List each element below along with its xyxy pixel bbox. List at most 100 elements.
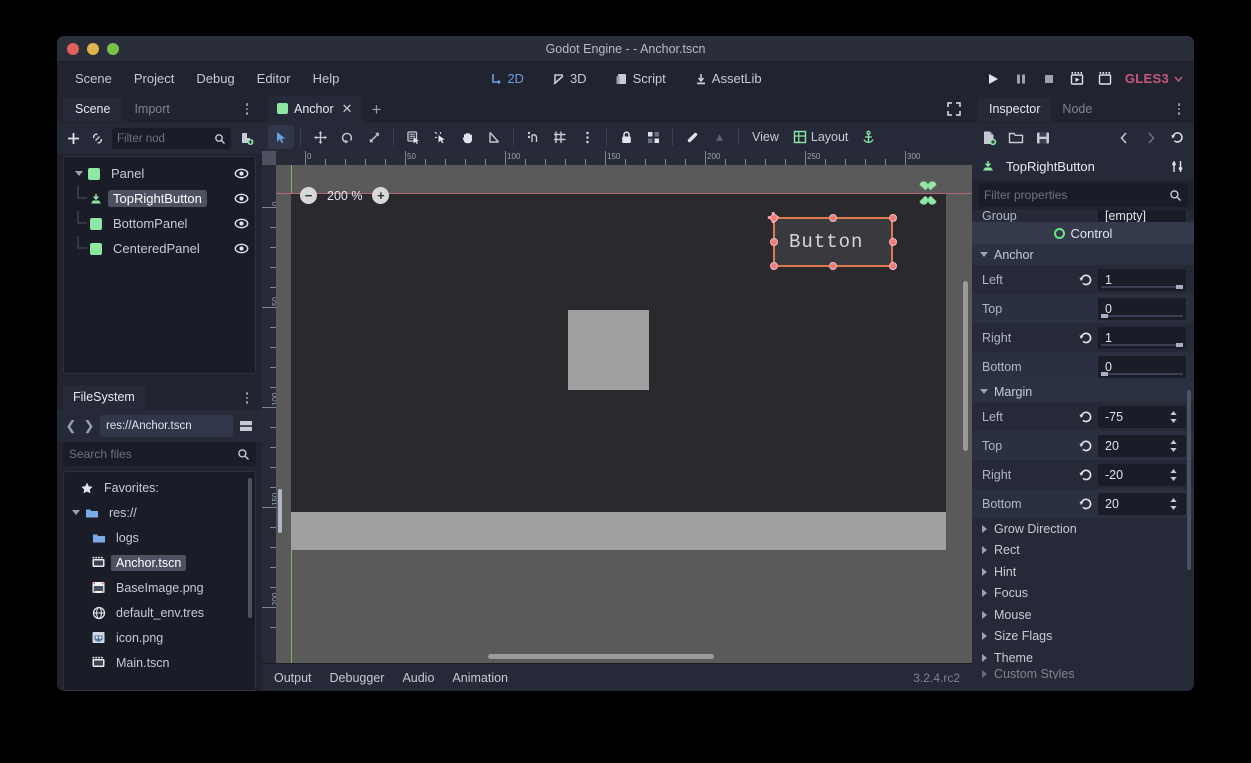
view-menu-button[interactable]: View: [745, 127, 786, 147]
property-row-margin-right[interactable]: Right -20: [972, 460, 1194, 489]
eye-icon[interactable]: [234, 241, 249, 256]
section-mouse[interactable]: Mouse: [972, 604, 1194, 626]
property-row-margin-left[interactable]: Left -75: [972, 402, 1194, 431]
anchor-pin-icon[interactable]: [913, 178, 943, 208]
section-header-anchor[interactable]: Anchor: [972, 244, 1194, 265]
snap-options-icon[interactable]: [574, 125, 600, 149]
property-row-anchor-left[interactable]: Left 1: [972, 265, 1194, 294]
eye-icon[interactable]: [234, 166, 249, 181]
group-icon[interactable]: [640, 125, 666, 149]
pan-mode-icon[interactable]: [454, 125, 480, 149]
chevron-right-icon[interactable]: ❯: [82, 418, 96, 434]
zoom-out-icon[interactable]: −: [300, 187, 317, 204]
ruler-mode-icon[interactable]: [481, 125, 507, 149]
property-value-field[interactable]: 1: [1098, 327, 1186, 349]
chevron-left-icon[interactable]: ❮: [64, 418, 78, 434]
section-grow-direction[interactable]: Grow Direction: [972, 518, 1194, 540]
spinner-icon[interactable]: [1168, 496, 1179, 512]
instance-scene-icon[interactable]: [237, 130, 255, 148]
mode-3d-button[interactable]: 3D: [546, 68, 593, 89]
grid-snap-icon[interactable]: [547, 125, 573, 149]
revert-icon[interactable]: [1078, 272, 1094, 288]
value-slider-track[interactable]: [1101, 373, 1183, 375]
bottom-tab-output[interactable]: Output: [274, 671, 312, 685]
inspector-scrollbar[interactable]: [1187, 390, 1191, 570]
tree-node-panel[interactable]: Panel: [64, 161, 255, 186]
bottom-tab-animation[interactable]: Animation: [452, 671, 508, 685]
scene-dock-menu-button[interactable]: [240, 101, 254, 117]
layout-menu-button[interactable]: Layout: [787, 127, 855, 147]
menu-editor[interactable]: Editor: [247, 67, 301, 90]
smart-snap-icon[interactable]: [427, 125, 453, 149]
property-value-field[interactable]: 20: [1098, 435, 1186, 457]
property-value-group[interactable]: [empty]: [1098, 210, 1186, 222]
bottom-tab-debugger[interactable]: Debugger: [330, 671, 385, 685]
history-forward-icon[interactable]: [1142, 129, 1159, 146]
spinner-icon[interactable]: [1168, 438, 1179, 454]
property-row-margin-bottom[interactable]: Bottom 20: [972, 489, 1194, 518]
res-expand-toggle[interactable]: [69, 510, 83, 515]
property-value-field[interactable]: 20: [1098, 493, 1186, 515]
fs-row-default-env-tres[interactable]: default_env.tres: [64, 600, 255, 625]
save-resource-icon[interactable]: [1034, 129, 1051, 146]
skeleton-icon[interactable]: [706, 125, 732, 149]
selection-handle-tc[interactable]: [829, 214, 837, 222]
eye-icon[interactable]: [234, 216, 249, 231]
tab-filesystem[interactable]: FileSystem: [63, 385, 145, 410]
fs-row-main-tscn[interactable]: Main.tscn: [64, 650, 255, 675]
property-value-field[interactable]: -75: [1098, 406, 1186, 428]
current-path-field[interactable]: res://Anchor.tscn: [100, 415, 233, 437]
viewport-hscrollbar[interactable]: [488, 654, 714, 659]
section-custom-styles[interactable]: Custom Styles: [972, 669, 1194, 679]
property-row-anchor-bottom[interactable]: Bottom 0: [972, 352, 1194, 381]
snap-node-icon[interactable]: [520, 125, 546, 149]
value-slider-knob[interactable]: [1101, 314, 1108, 318]
minimize-window-button[interactable]: [87, 43, 99, 55]
menu-help[interactable]: Help: [303, 67, 350, 90]
stop-icon[interactable]: [1041, 71, 1057, 87]
viewport-vscrollbar[interactable]: [963, 281, 968, 451]
tab-node[interactable]: Node: [1051, 97, 1103, 122]
filesystem-menu-button[interactable]: [240, 390, 254, 406]
play-custom-scene-icon[interactable]: [1097, 71, 1113, 87]
panel-expand-toggle[interactable]: [72, 171, 86, 176]
selection-handle-bc[interactable]: [829, 262, 837, 270]
spinner-icon[interactable]: [1168, 409, 1179, 425]
canvas-area[interactable]: Button ✚: [276, 165, 972, 663]
2d-viewport[interactable]: 0 50 100 150 200 250 300: [262, 151, 972, 663]
fs-row-logs[interactable]: logs: [64, 525, 255, 550]
mode-2d-button[interactable]: 2D: [483, 68, 530, 89]
property-row-group-cut[interactable]: Group [empty]: [972, 210, 1194, 222]
value-slider-track[interactable]: [1101, 286, 1183, 288]
mode-assetlib-button[interactable]: AssetLib: [688, 68, 768, 89]
tab-scene[interactable]: Scene: [63, 97, 122, 122]
section-hint[interactable]: Hint: [972, 561, 1194, 583]
bone-icon[interactable]: [679, 125, 705, 149]
canvas-bottompanel-node[interactable]: [291, 512, 946, 550]
link-icon[interactable]: [88, 130, 106, 148]
revert-icon[interactable]: [1078, 467, 1094, 483]
selection-handle-tl[interactable]: [770, 214, 778, 222]
property-value-field[interactable]: 1: [1098, 269, 1186, 291]
property-value-field[interactable]: 0: [1098, 298, 1186, 320]
filter-properties-input[interactable]: Filter properties: [978, 183, 1188, 207]
pause-icon[interactable]: [1013, 71, 1029, 87]
inspector-menu-button[interactable]: [1172, 101, 1186, 117]
section-size-flags[interactable]: Size Flags: [972, 626, 1194, 648]
fs-row-icon-png[interactable]: icon.png: [64, 625, 255, 650]
play-scene-icon[interactable]: [1069, 71, 1085, 87]
filesystem-file-list[interactable]: Favorites: res:// logs: [63, 471, 256, 691]
window-controls[interactable]: [57, 43, 119, 55]
section-rect[interactable]: Rect: [972, 540, 1194, 562]
tree-node-bottompanel[interactable]: BottomPanel: [64, 211, 255, 236]
revert-icon[interactable]: [1078, 330, 1094, 346]
fs-row-baseimage-png[interactable]: BaseImage.png: [64, 575, 255, 600]
selection-handle-ml[interactable]: [770, 238, 778, 246]
filesystem-scrollbar[interactable]: [248, 478, 252, 618]
tab-inspector[interactable]: Inspector: [978, 97, 1051, 122]
play-icon[interactable]: [985, 71, 1001, 87]
value-slider-track[interactable]: [1101, 344, 1183, 346]
mode-script-button[interactable]: Script: [609, 68, 672, 89]
scale-mode-icon[interactable]: [361, 125, 387, 149]
anchor-mode-icon[interactable]: [855, 125, 881, 149]
